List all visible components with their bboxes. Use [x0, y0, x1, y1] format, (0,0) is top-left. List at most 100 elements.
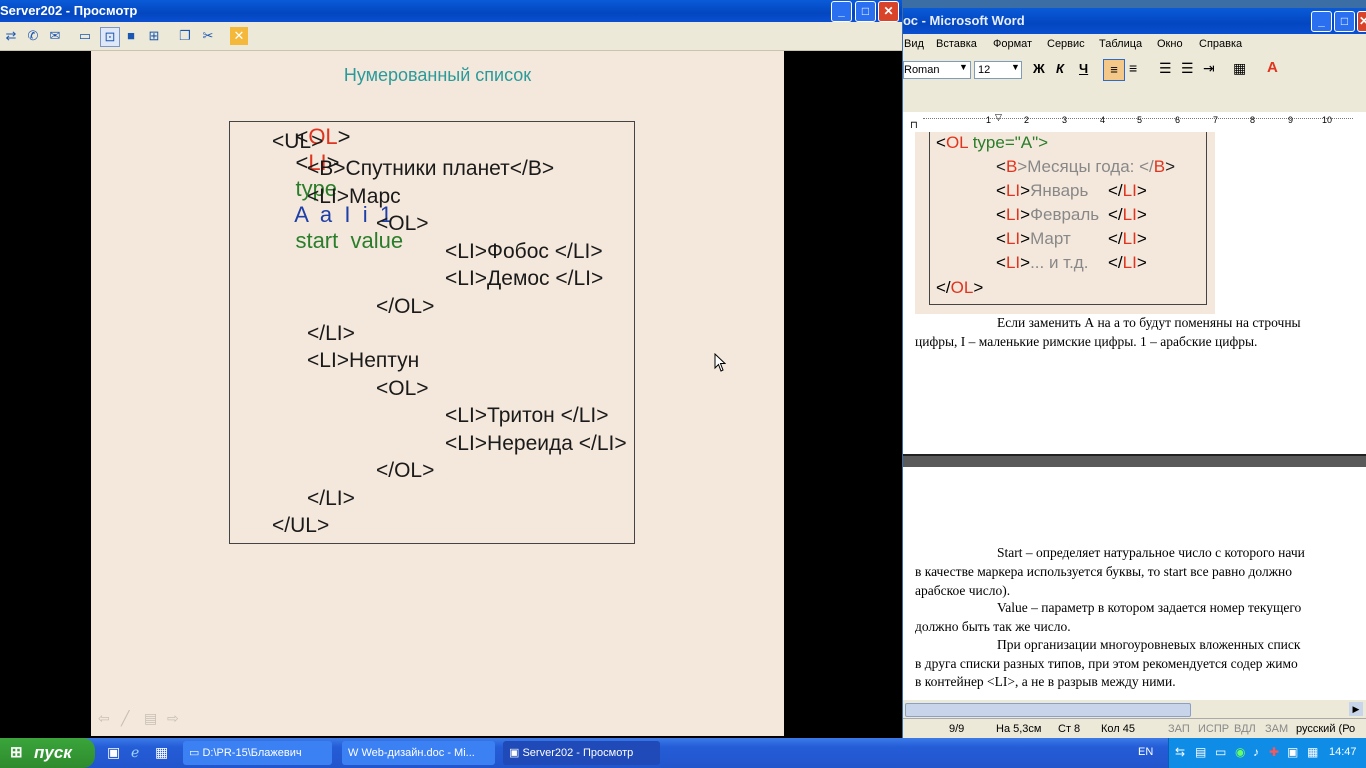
font-size-value: 12	[978, 64, 991, 76]
code-box: <UL> <B>Спутники планет</B> <LI>Марс <OL…	[229, 121, 635, 544]
scroll-right-icon[interactable]: ▶	[1349, 702, 1363, 716]
ruler-mark: 4	[1100, 115, 1106, 125]
menu-help[interactable]: Справка	[1199, 38, 1242, 50]
minimize-button[interactable]: _	[831, 1, 852, 22]
paragraph-line[interactable]: Если заменить А на а то будут поменяны н…	[997, 315, 1301, 331]
taskbar-item-viewer[interactable]: ▣ Server202 - Просмотр	[503, 741, 660, 765]
numbered-list-icon[interactable]: ☰	[1159, 60, 1172, 77]
maximize-button[interactable]: □	[855, 1, 876, 22]
align-left-icon[interactable]: ≡	[1103, 59, 1125, 81]
bullet-list-icon[interactable]: ☰	[1181, 60, 1194, 77]
viewer-toolbar: ⇄ ✆ ✉ ▭ ⊡ ■ ⊞ ❐ ✂ ✕	[0, 22, 902, 51]
fit-screen-icon[interactable]: ⊡	[100, 27, 120, 47]
security-icon[interactable]: ✚	[1269, 745, 1279, 759]
media-icon[interactable]: ▦	[155, 744, 168, 761]
figure-b-line: <B>Месяцы года: </B>	[996, 157, 1176, 176]
horizontal-scrollbar[interactable]: ▶	[903, 701, 1366, 717]
app-icon[interactable]: ▦	[1307, 745, 1318, 759]
word-maximize-button[interactable]: □	[1334, 11, 1355, 32]
status-ext[interactable]: ВДЛ	[1234, 723, 1256, 735]
tab-stop-icon[interactable]: ⊓	[910, 120, 918, 131]
borders-icon[interactable]: ▦	[1233, 60, 1246, 77]
viewer-titlebar[interactable]: Server202 - Просмотр _ □ ✕	[0, 0, 902, 22]
code-line: </LI>	[307, 322, 355, 345]
browser-icon[interactable]: ℯ	[131, 744, 139, 761]
menu-format[interactable]: Формат	[993, 38, 1032, 50]
ruler-mark: 6	[1175, 115, 1181, 125]
chat-icon[interactable]: ✉	[46, 27, 64, 45]
figure-item-close: </LI>	[1108, 181, 1147, 200]
next-slide-icon[interactable]: ⇨	[167, 710, 179, 727]
full-screen-icon[interactable]: ■	[122, 27, 140, 45]
status-rec[interactable]: ЗАП	[1168, 723, 1190, 735]
clock[interactable]: 14:47	[1329, 746, 1357, 758]
paragraph-line[interactable]: арабское число).	[915, 583, 1010, 599]
document-page-1: <OL type="A"> <B>Месяцы года: </B> <LI>Я…	[903, 132, 1366, 454]
chevron-down-icon[interactable]: ▼	[1011, 62, 1020, 72]
windows-logo-icon: ⊞	[10, 744, 23, 761]
tag-ol: OL	[945, 133, 968, 152]
word-close-button[interactable]: ✕	[1357, 11, 1366, 32]
word-minimize-button[interactable]: _	[1311, 11, 1332, 32]
paragraph-line[interactable]: в качестве маркера используется буквы, т…	[915, 564, 1292, 580]
pen-icon[interactable]: ╱	[121, 710, 129, 727]
underline-button[interactable]: Ч	[1079, 61, 1088, 76]
menu-tools[interactable]: Сервис	[1047, 38, 1085, 50]
scroll-thumb[interactable]	[905, 703, 1191, 717]
menu-view[interactable]: Вид	[904, 38, 924, 50]
menu-window[interactable]: Окно	[1157, 38, 1183, 50]
paragraph-line[interactable]: Value – параметр в котором задается номе…	[997, 600, 1301, 616]
display-icon[interactable]: ▤	[1195, 745, 1206, 759]
font-color-icon[interactable]: A	[1267, 59, 1278, 76]
window-icon[interactable]: ▭	[76, 27, 94, 45]
status-page: 9/9	[949, 723, 965, 735]
monitor-icon[interactable]: ▭	[1215, 745, 1226, 759]
start-button[interactable]: ⊞ пуск	[0, 738, 95, 768]
status-ovr[interactable]: ЗАМ	[1265, 723, 1288, 735]
disconnect-icon[interactable]: ✕	[230, 27, 248, 45]
menu-insert[interactable]: Вставка	[936, 38, 977, 50]
taskbar-item-word[interactable]: W Web-дизайн.doc - Mi...	[342, 741, 495, 765]
network-icon[interactable]: ⇆	[1175, 745, 1185, 759]
italic-button[interactable]: К	[1056, 61, 1064, 76]
tools-icon[interactable]: ✂	[199, 27, 217, 45]
show-desktop-icon[interactable]: ▣	[107, 744, 120, 761]
phone-icon[interactable]: ✆	[24, 27, 42, 45]
indent-icon[interactable]: ⇥	[1203, 60, 1215, 77]
figure-item: <LI>Январь	[996, 181, 1089, 200]
remote-icon[interactable]: ▣	[1287, 745, 1298, 759]
viewer-icon: ▣	[509, 747, 520, 759]
taskbar-item-explorer[interactable]: ▭ D:\PR-15\Блажевич	[183, 741, 332, 765]
word-titlebar[interactable]: ос - Microsoft Word _ □ ✕	[903, 8, 1366, 34]
paragraph-line[interactable]: должно быть так же число.	[915, 619, 1071, 635]
menu-table[interactable]: Таблица	[1099, 38, 1142, 50]
tag-b: B	[1005, 157, 1018, 176]
folder-icon: ▭	[189, 747, 200, 759]
status-icon[interactable]: ◉	[1235, 745, 1245, 759]
connect-icon[interactable]: ⇄	[2, 27, 20, 45]
bold-button[interactable]: Ж	[1033, 61, 1045, 76]
paragraph-line[interactable]: Start – определяет натуральное число с к…	[997, 545, 1305, 561]
paragraph-line[interactable]: в друга списки разных типов, при этом ре…	[915, 656, 1298, 672]
status-trk[interactable]: ИСПР	[1198, 723, 1229, 735]
expand-icon[interactable]: ⊞	[145, 27, 163, 45]
language-indicator[interactable]: EN	[1138, 746, 1153, 758]
toolbar-spacer	[903, 82, 1366, 112]
mouse-cursor-icon	[714, 353, 726, 372]
code-line: <LI>Тритон </LI>	[445, 404, 609, 427]
indent-marker-icon[interactable]: ▽	[995, 112, 1002, 123]
chevron-down-icon[interactable]: ▼	[959, 62, 968, 72]
align-center-icon[interactable]: ≡	[1129, 60, 1137, 76]
attr-type: type="A">	[967, 133, 1049, 152]
prev-slide-icon[interactable]: ⇦	[98, 710, 110, 727]
paragraph-line[interactable]: При организации многоуровневых вложенных…	[997, 637, 1300, 653]
system-tray: ⇆ ▤ ▭ ◉ ♪ ✚ ▣ ▦ 14:47	[1168, 738, 1366, 768]
figure-item: <LI>Март	[996, 229, 1071, 248]
copy-icon[interactable]: ❐	[176, 27, 194, 45]
close-button[interactable]: ✕	[878, 1, 899, 22]
ruler-mark: 8	[1250, 115, 1256, 125]
paragraph-line[interactable]: в контейнер <LI>, а не в разрыв между ни…	[915, 674, 1176, 690]
paragraph-line[interactable]: цифры, I – маленькие римские цифры. 1 – …	[915, 334, 1257, 350]
menu-icon[interactable]: ▤	[144, 710, 157, 727]
volume-icon[interactable]: ♪	[1253, 745, 1259, 759]
